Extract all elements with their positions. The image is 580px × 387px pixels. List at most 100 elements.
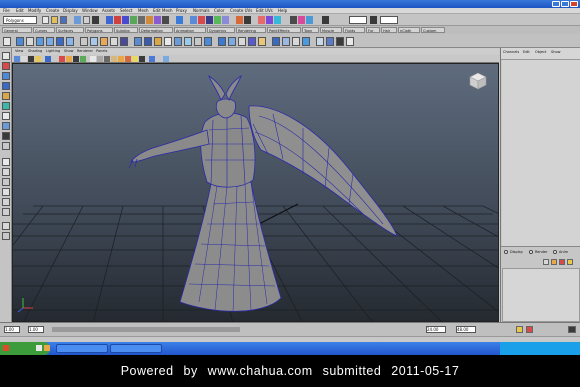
layout-persp-graph-icon[interactable]: [2, 188, 10, 196]
snap-point-icon[interactable]: [206, 16, 213, 24]
append-icon[interactable]: [154, 37, 162, 46]
snap-curve-icon[interactable]: [198, 16, 205, 24]
shelf-tab-ncloth[interactable]: nCloth: [398, 27, 420, 33]
channel-box-menu-show[interactable]: Show: [551, 50, 560, 54]
collapse-icon[interactable]: [218, 37, 226, 46]
mask-handle-icon[interactable]: [106, 16, 113, 24]
wireframe-on-shaded-icon[interactable]: [111, 56, 117, 62]
layer-help-icon[interactable]: [567, 259, 573, 265]
soften-edge-icon[interactable]: [326, 37, 334, 46]
outliner-icon[interactable]: [2, 222, 10, 230]
mirror-icon[interactable]: [272, 37, 280, 46]
snap-plane-icon[interactable]: [214, 16, 221, 24]
harden-edge-icon[interactable]: [336, 37, 344, 46]
move-tool-icon[interactable]: [2, 82, 10, 90]
layout-four-icon[interactable]: [2, 168, 10, 176]
layer-mode-anim-radio[interactable]: [553, 250, 557, 254]
quicklaunch-folder-icon[interactable]: [44, 345, 50, 351]
mask-joint-icon[interactable]: [114, 16, 121, 24]
extract-icon[interactable]: [100, 37, 108, 46]
shelf-tab-polygons[interactable]: Polygons: [85, 27, 113, 33]
bevel-icon[interactable]: [194, 37, 202, 46]
poly-cube-icon[interactable]: [26, 37, 34, 46]
poly-torus-icon[interactable]: [66, 37, 74, 46]
quicklaunch-icon[interactable]: [36, 345, 42, 351]
select-tool-icon[interactable]: [2, 52, 10, 60]
numeric-input-field[interactable]: [349, 16, 367, 24]
panel-menu-panels[interactable]: Panels: [96, 48, 107, 55]
mask-render-icon[interactable]: [154, 16, 161, 24]
shelf-tab-dynamics[interactable]: Dynamics: [207, 27, 235, 33]
wireframe-icon[interactable]: [90, 56, 96, 62]
new-layer-icon[interactable]: [551, 259, 557, 265]
taskbar-button-maya[interactable]: [56, 344, 108, 353]
shelf-tab-fluids[interactable]: Fluids: [343, 27, 365, 33]
uv-spherical-icon[interactable]: [302, 37, 310, 46]
layer-mode-render-radio[interactable]: [529, 250, 533, 254]
rotate-tool-icon[interactable]: [2, 92, 10, 100]
render-settings-icon[interactable]: [274, 16, 281, 24]
split-icon[interactable]: [164, 37, 172, 46]
show-hypershade-icon[interactable]: [290, 16, 297, 24]
perspective-viewport[interactable]: [12, 63, 499, 322]
viewcube-icon[interactable]: [469, 72, 487, 90]
layout-hypershade-icon[interactable]: [2, 198, 10, 206]
soft-mod-tool-icon[interactable]: [2, 122, 10, 130]
xray-joints-icon[interactable]: [156, 56, 162, 62]
new-scene-icon[interactable]: [42, 16, 49, 24]
uv-editor-icon[interactable]: [306, 16, 313, 24]
shelf-tab-fur[interactable]: Fur: [366, 27, 380, 33]
uv-auto-icon[interactable]: [316, 37, 324, 46]
manipulator-tool-icon[interactable]: [2, 112, 10, 120]
open-scene-icon[interactable]: [51, 16, 58, 24]
preferences-icon[interactable]: [568, 326, 576, 333]
bridge-icon[interactable]: [144, 37, 152, 46]
end-time-field[interactable]: 48.00: [456, 326, 476, 333]
reverse-normals-icon[interactable]: [346, 37, 354, 46]
mask-deform-icon[interactable]: [138, 16, 145, 24]
shelf-tab-general[interactable]: General: [2, 27, 32, 33]
shelf-tab-animation[interactable]: Animation: [174, 27, 206, 33]
paint-icon[interactable]: [298, 16, 305, 24]
auto-key-icon[interactable]: [526, 326, 533, 333]
mask-misc-icon[interactable]: [162, 16, 169, 24]
fill-hole-icon[interactable]: [238, 37, 246, 46]
shelf-tab-surfaces[interactable]: Surfaces: [56, 27, 84, 33]
shelf-menu-icon[interactable]: [3, 37, 11, 46]
lock-selection-icon[interactable]: [176, 16, 183, 24]
mask-dynamic-icon[interactable]: [146, 16, 153, 24]
uv-cylindrical-icon[interactable]: [292, 37, 300, 46]
combine-icon[interactable]: [80, 37, 88, 46]
taskbar-button-second[interactable]: [110, 344, 162, 353]
smooth-icon[interactable]: [120, 37, 128, 46]
lasso-tool-icon[interactable]: [2, 62, 10, 70]
history-icon[interactable]: [236, 16, 243, 24]
ipr-render-icon[interactable]: [266, 16, 273, 24]
panel-menu-view[interactable]: View: [15, 48, 23, 55]
quick-select-icon[interactable]: [370, 16, 377, 24]
uv-planar-icon[interactable]: [282, 37, 290, 46]
grid-toggle-icon[interactable]: [45, 56, 51, 62]
maximize-button[interactable]: [561, 1, 569, 7]
shelf-tab-toon[interactable]: Toon: [302, 27, 319, 33]
channel-box-menu-edit[interactable]: Edit: [523, 50, 530, 54]
layer-options-icon[interactable]: [543, 259, 549, 265]
quick-select-field[interactable]: [380, 16, 398, 24]
layout-custom-icon[interactable]: [2, 208, 10, 216]
graph-editor-icon[interactable]: [2, 232, 10, 240]
start-button[interactable]: [0, 342, 50, 355]
transform-field-icon[interactable]: [322, 16, 329, 24]
panel-menu-show[interactable]: Show: [64, 48, 73, 55]
show-manip-tool-icon[interactable]: [2, 132, 10, 140]
layout-persp-outliner-icon[interactable]: [2, 178, 10, 186]
merge-icon[interactable]: [204, 37, 212, 46]
anim-prefs-icon[interactable]: [516, 326, 523, 333]
mask-curve-icon[interactable]: [122, 16, 129, 24]
boolean-icon[interactable]: [110, 37, 118, 46]
resolution-gate-icon[interactable]: [59, 56, 65, 62]
smooth-shade-icon[interactable]: [97, 56, 103, 62]
lights-icon[interactable]: [132, 56, 138, 62]
shelf-tab-rendering[interactable]: Rendering: [236, 27, 266, 33]
separate-icon[interactable]: [90, 37, 98, 46]
ambient-occlusion-icon[interactable]: [163, 56, 169, 62]
